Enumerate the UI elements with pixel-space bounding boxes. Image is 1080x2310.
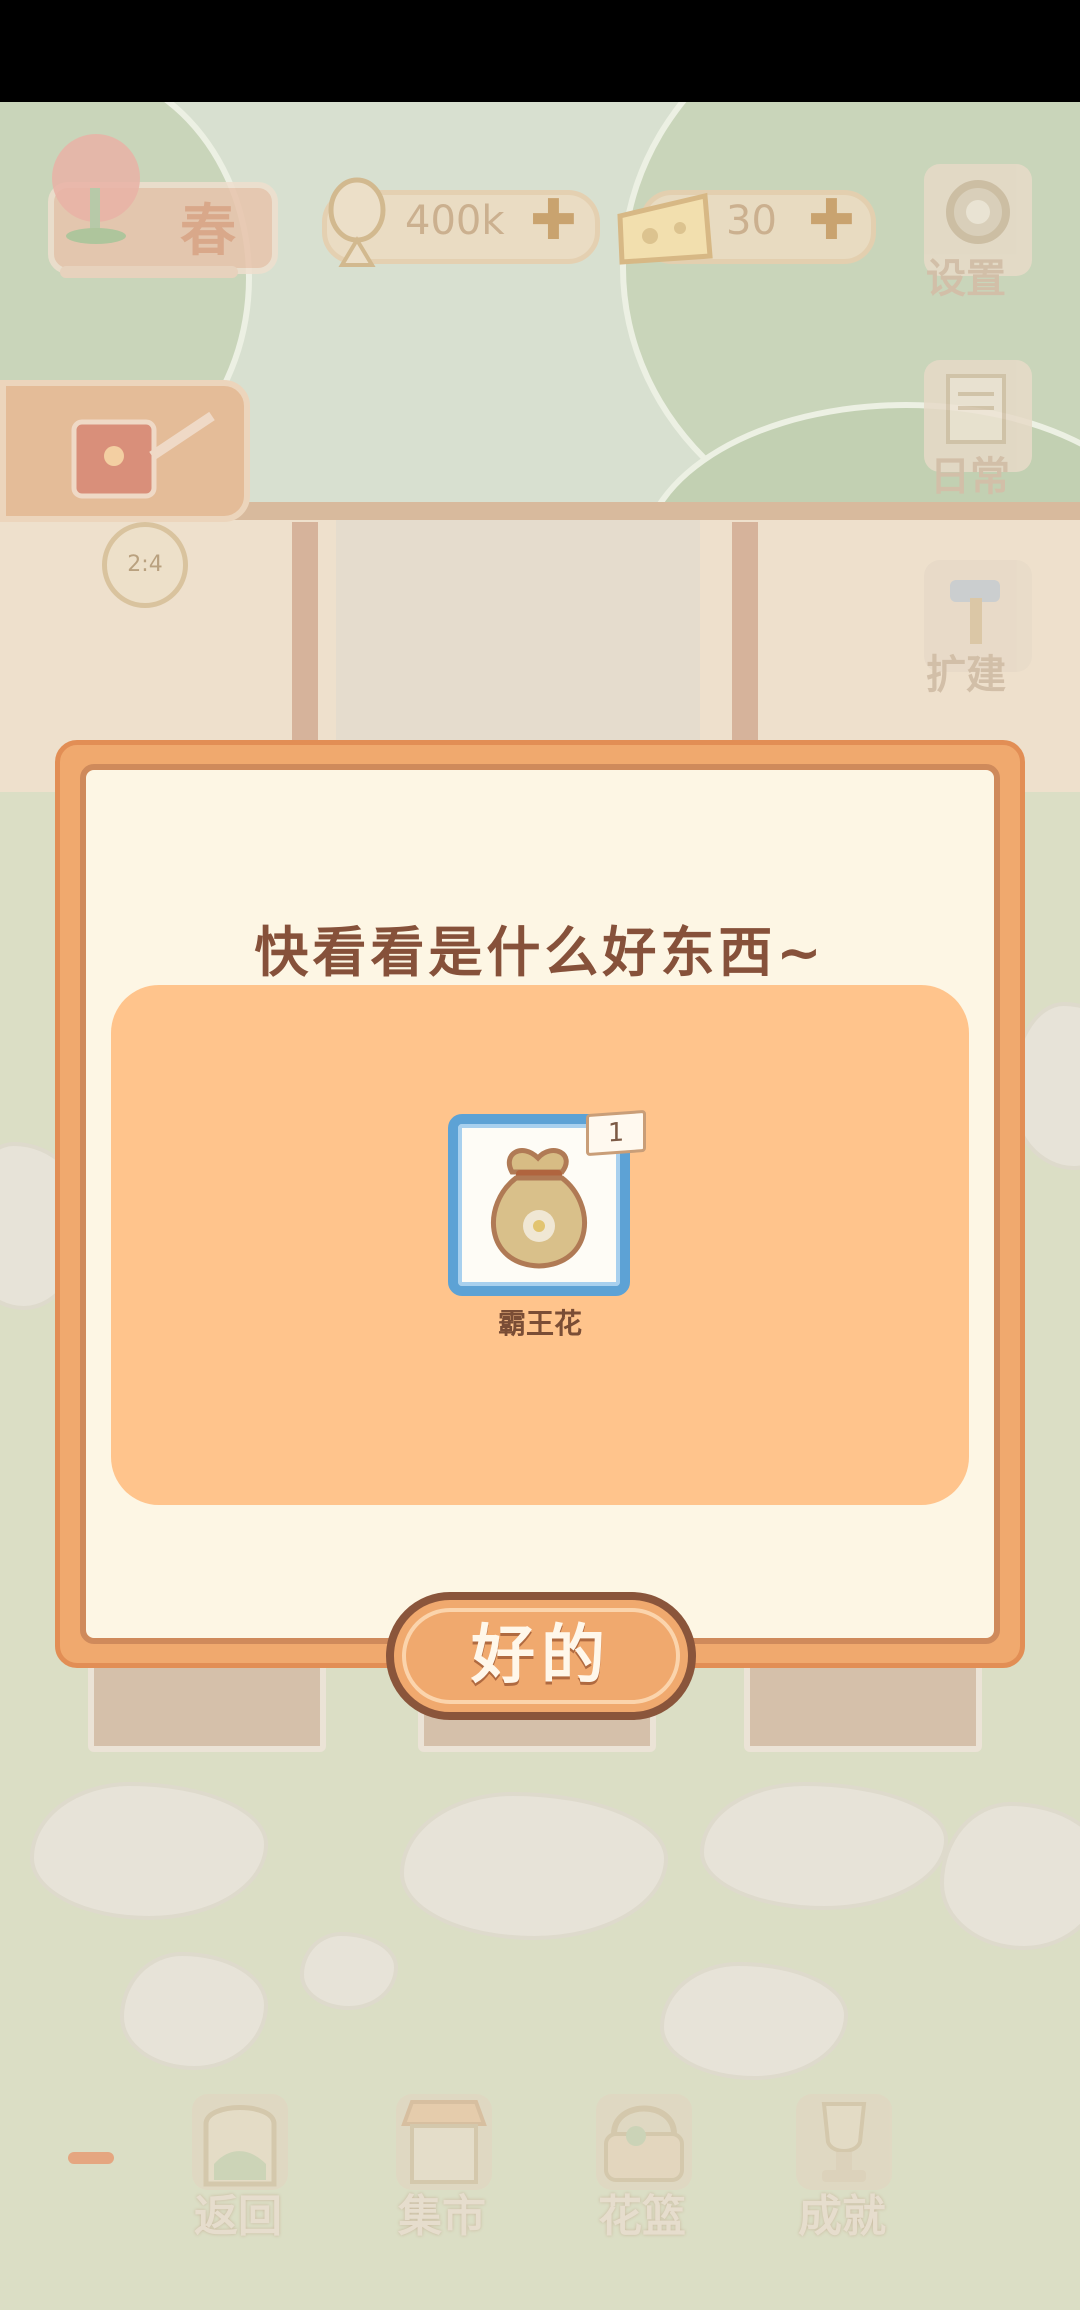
nav-back-label: 返回 — [194, 2191, 282, 2242]
gear-icon — [946, 180, 1010, 244]
trophy-icon — [796, 2094, 892, 2190]
timer-clock: 2:4 — [102, 522, 188, 608]
ok-button[interactable]: 好的 — [386, 1592, 696, 1720]
nav-market-button[interactable]: 集市 — [372, 2094, 512, 2244]
expand-label: 扩建 — [926, 652, 1006, 698]
nav-achievements-label: 成就 — [798, 2191, 886, 2242]
flower-basket-icon — [596, 2094, 692, 2190]
nav-basket-button[interactable]: 花篮 — [572, 2094, 712, 2244]
cheese-icon — [617, 192, 713, 265]
nav-basket-label: 花篮 — [598, 2191, 686, 2242]
cheese-currency-add-button[interactable]: ✚ — [808, 188, 855, 253]
daily-label: 日常 — [930, 454, 1010, 500]
fish-bone-icon — [328, 177, 386, 267]
window-icon — [192, 2094, 288, 2190]
fish-currency-add-button[interactable]: ✚ — [530, 188, 577, 253]
fish-currency-value: 400k — [405, 198, 505, 244]
nav-back-button[interactable]: 返回 — [168, 2094, 308, 2244]
season-tree-icon — [52, 134, 140, 244]
season-label: 春 — [180, 199, 236, 264]
dialog-title: 快看看是什么好东西~ — [254, 921, 826, 984]
hammer-icon — [950, 580, 1000, 644]
nav-achievements-button[interactable]: 成就 — [772, 2094, 912, 2244]
market-stall-icon — [396, 2094, 492, 2190]
season-progress-bar — [60, 266, 238, 278]
daily-notes-icon — [946, 374, 1006, 444]
nav-collapse-handle[interactable] — [68, 2152, 114, 2164]
watering-can-icon — [71, 411, 215, 499]
cheese-currency-value: 30 — [726, 198, 777, 244]
watering-can-tab[interactable] — [0, 380, 250, 522]
nav-market-label: 集市 — [398, 2191, 486, 2242]
settings-label: 设置 — [926, 256, 1006, 302]
seed-bag-icon — [491, 1148, 587, 1269]
reward-item-name: 霸王花 — [497, 1307, 582, 1340]
ok-button-label: 好的 — [471, 1619, 611, 1693]
status-bar — [0, 0, 1080, 102]
reward-count-tag: 1 — [586, 1109, 646, 1157]
